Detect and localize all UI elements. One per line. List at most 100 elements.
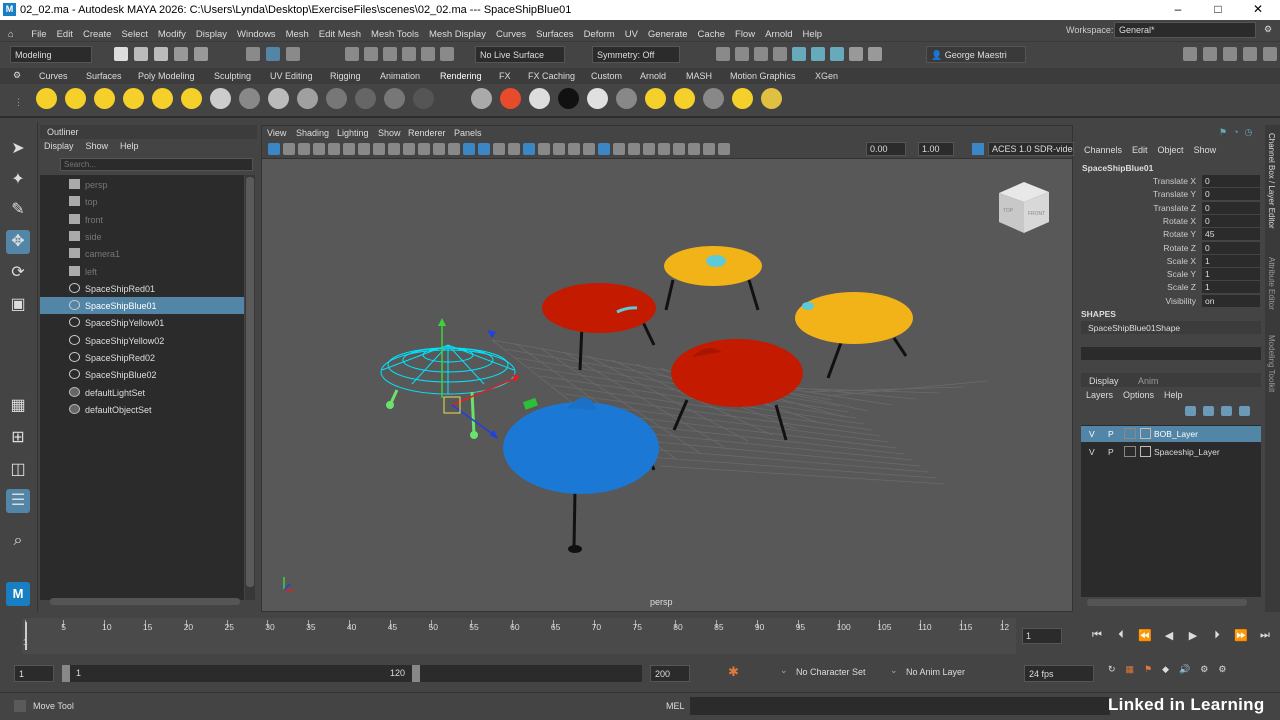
tool-settings-icon[interactable] [1223,47,1237,61]
shelf-tab-arnold[interactable]: Arnold [640,71,666,81]
mel-command-input[interactable] [690,697,1110,715]
timeline-track[interactable]: 1510152025303540455055606570758085909510… [22,618,1016,654]
layer-color-swatch[interactable] [1124,446,1136,457]
outliner-menu-help[interactable]: Help [120,141,139,151]
playblast-icon[interactable] [688,143,700,155]
menu-create[interactable]: Create [78,25,117,40]
modeling-toolkit-icon[interactable] [1183,47,1197,61]
menu-mesh[interactable]: Mesh [281,25,314,40]
shelf-tab-fx[interactable]: FX [499,71,511,81]
backface-icon[interactable] [673,143,685,155]
shelf-tab-surfaces[interactable]: Surfaces [86,71,122,81]
arnold-ipr-icon[interactable] [811,47,825,61]
channel-box-icon[interactable] [1243,47,1257,61]
gate-mask-icon[interactable] [403,143,415,155]
channel-value-field[interactable]: on [1202,294,1260,307]
save-scene-icon[interactable] [154,47,168,61]
channel-box-icon-c[interactable]: ◷ [1245,127,1253,138]
bookmark-icon[interactable]: ⚑ [1144,664,1152,675]
maximize-button[interactable]: □ [1203,2,1233,16]
outliner-menu-show[interactable]: Show [86,141,109,151]
search-icon[interactable]: ⌕ [6,529,30,553]
current-frame-marker[interactable] [25,622,27,650]
spot-light-icon[interactable] [94,88,115,109]
resolution-gate-icon[interactable] [388,143,400,155]
channel-row[interactable]: Scale Z 1 [1077,281,1260,294]
playback-prefs-icon[interactable]: ⚙ [1218,664,1226,675]
menu-uv[interactable]: UV [620,25,643,40]
channel-value-field[interactable]: 1 [1202,254,1260,267]
side-tab-modeling-toolkit[interactable]: Modeling Toolkit [1267,335,1276,392]
image-plane-icon[interactable] [313,143,325,155]
attribute-editor-icon[interactable] [1203,47,1217,61]
menu-mesh-tools[interactable]: Mesh Tools [366,25,424,40]
outliner-item[interactable]: SpaceShipBlue01 [40,297,244,315]
render-view-icon[interactable] [616,88,637,109]
outliner-item[interactable]: SpaceShipBlue02 [40,366,244,383]
menu-mesh-display[interactable]: Mesh Display [424,25,491,40]
grease-pencil-icon[interactable] [343,143,355,155]
shelf-tab-rigging[interactable]: Rigging [330,71,361,81]
menu-cache[interactable]: Cache [693,25,730,40]
ipr-render-icon[interactable] [735,47,749,61]
channel-row[interactable]: Visibility on [1077,294,1260,308]
minimize-button[interactable]: – [1163,2,1193,16]
menu-edit-mesh[interactable]: Edit Mesh [314,25,366,40]
gray-sphere-icon[interactable] [268,88,289,109]
tab-anim[interactable]: Anim [1138,376,1159,386]
directional-light-icon[interactable] [65,88,86,109]
channel-value-field[interactable]: 0 [1202,214,1260,227]
motion-blur-icon[interactable] [583,143,595,155]
wireframe-icon[interactable] [463,143,475,155]
area-light-icon[interactable] [123,88,144,109]
aa-icon[interactable] [598,143,610,155]
channel-menu-edit[interactable]: Edit [1132,145,1148,155]
menu-file[interactable]: File [26,25,51,40]
channel-menu-show[interactable]: Show [1194,145,1217,155]
outliner-item[interactable]: front [40,211,244,228]
menu-windows[interactable]: Windows [232,25,281,40]
step-back-key-icon[interactable]: ⏴ [1114,629,1128,642]
channel-row[interactable]: Translate Z 0 [1077,201,1260,215]
view-cube[interactable]: TOP FRONT [999,182,1049,233]
component-select-icon[interactable] [286,47,300,61]
shelf-tab-custom[interactable]: Custom [591,71,622,81]
channel-row[interactable]: Scale Y 1 [1077,268,1260,281]
lights-icon[interactable] [538,143,550,155]
arnold-view-icon[interactable] [830,47,844,61]
undo-icon[interactable] [174,47,188,61]
outliner-item[interactable]: defaultLightSet [40,384,244,401]
paint-select-tool-icon[interactable]: ✎ [6,198,30,222]
layer-row[interactable]: V P BOB_Layer [1081,426,1261,442]
snap-point-icon[interactable] [383,47,397,61]
layer-menu-help[interactable]: Help [1164,390,1183,400]
home-icon[interactable]: ⌂ [0,25,19,40]
layer-menu-options[interactable]: Options [1123,390,1154,400]
channel-value-field[interactable]: 45 [1202,228,1260,241]
grid-icon[interactable] [358,143,370,155]
phong-icon[interactable] [355,88,376,109]
shelf-tab-poly-modeling[interactable]: Poly Modeling [138,71,195,81]
ramp-shader-icon[interactable] [471,88,492,109]
lambert-icon[interactable] [297,88,318,109]
menu-flow[interactable]: Flow [730,25,760,40]
snap-curve-icon[interactable] [364,47,378,61]
hypershade-shelf-icon[interactable] [761,88,782,109]
step-back-frame-icon[interactable]: ⏪ [1138,629,1152,642]
channel-row[interactable]: Scale X 1 [1077,254,1260,268]
spaceship-blue-02[interactable] [503,397,659,553]
layer-visibility-toggle[interactable]: V [1089,447,1095,457]
snap-view-icon[interactable] [402,47,416,61]
snap-edge-icon[interactable] [440,47,454,61]
render-settings-icon[interactable] [754,47,768,61]
white-sphere-icon[interactable] [529,88,550,109]
channel-row[interactable]: Rotate Y 45 [1077,228,1260,241]
sound-icon[interactable]: 🔊 [1179,664,1190,675]
outliner-item[interactable]: defaultObjectSet [40,401,244,418]
menu-curves[interactable]: Curves [491,25,531,40]
dof-icon[interactable] [613,143,625,155]
ambient-light-icon[interactable] [181,88,202,109]
object-select-icon[interactable] [266,47,280,61]
channel-value-field[interactable]: 1 [1202,268,1260,281]
outliner-item[interactable]: camera1 [40,245,244,262]
